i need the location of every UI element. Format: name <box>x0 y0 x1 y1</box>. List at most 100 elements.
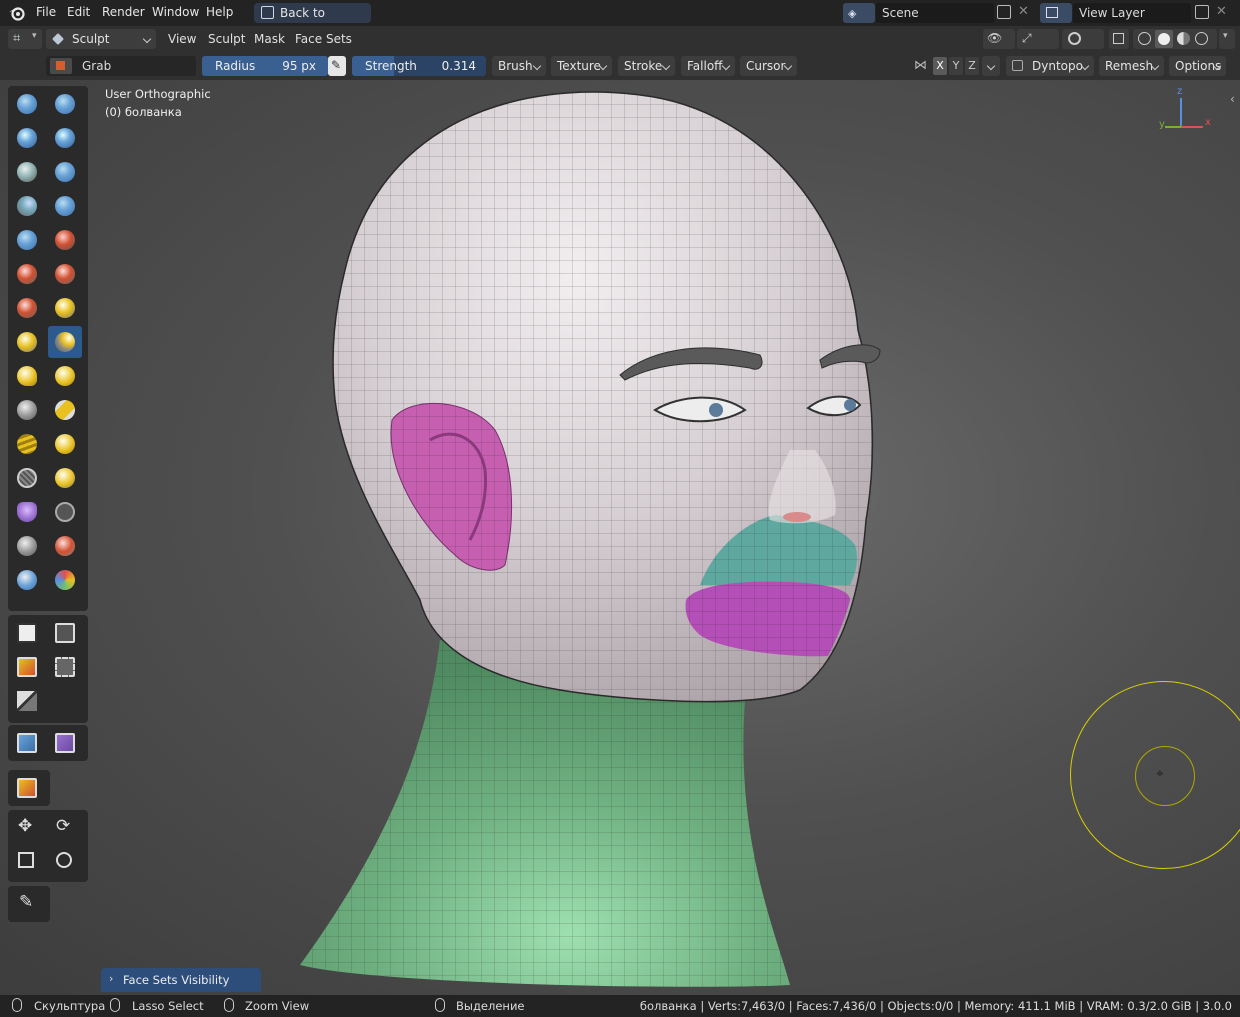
xray-toggle[interactable] <box>1109 29 1129 49</box>
clay-strips-brush-tool[interactable] <box>48 122 82 154</box>
clay-brush-tool[interactable] <box>10 122 44 154</box>
pinch-brush-tool[interactable] <box>10 326 44 358</box>
cloth-filter-tool[interactable] <box>48 727 82 759</box>
copy-view-layer-icon[interactable] <box>1195 5 1209 19</box>
options-dropdown[interactable]: Options <box>1169 56 1226 76</box>
stroke-dropdown[interactable]: Stroke <box>618 56 675 76</box>
rotate-brush-tool[interactable] <box>48 428 82 460</box>
dyntopo-checkbox[interactable] <box>1012 60 1023 71</box>
rotate-tool[interactable]: ⟳ <box>48 812 82 844</box>
symmetry-y-toggle[interactable]: Y <box>949 57 963 75</box>
blob-brush-tool[interactable] <box>48 190 82 222</box>
menu-face-sets[interactable]: Face Sets <box>295 32 352 46</box>
close-scene-icon[interactable]: ✕ <box>1018 4 1029 19</box>
mesh-filter-icon <box>17 733 37 753</box>
menu-window[interactable]: Window <box>152 5 199 19</box>
editor-type-icon: ⌗ <box>13 31 21 46</box>
cloth-brush-tool[interactable] <box>10 496 44 528</box>
shading-options-dropdown[interactable]: ▾ <box>1219 29 1235 49</box>
gizmo-dropdown[interactable]: ⤢ <box>1017 29 1059 49</box>
line-project-tool[interactable] <box>10 685 44 717</box>
falloff-dropdown[interactable]: Falloff <box>681 56 735 76</box>
mask-brush-tool[interactable] <box>10 530 44 562</box>
view-layer-name-field[interactable]: View Layer <box>1073 3 1191 23</box>
material-shading-icon[interactable] <box>1177 32 1190 45</box>
multires-displacement-smear-tool[interactable] <box>48 564 82 596</box>
layer-brush-tool[interactable] <box>48 156 82 188</box>
menu-edit[interactable]: Edit <box>67 5 90 19</box>
mode-dropdown[interactable]: Sculpt Mode <box>46 29 156 66</box>
inflate-brush-tool[interactable] <box>10 190 44 222</box>
fill-icon <box>55 264 75 284</box>
last-operator-panel[interactable]: › Face Sets Visibility <box>101 968 261 992</box>
fill-brush-tool[interactable] <box>48 258 82 290</box>
draw-face-sets-brush-tool[interactable] <box>48 530 82 562</box>
multiplane-scrape-brush-tool[interactable] <box>48 292 82 324</box>
mesh-filter-tool[interactable] <box>10 727 44 759</box>
boundary-brush-tool[interactable] <box>48 462 82 494</box>
clay-thumb-brush-tool[interactable] <box>10 156 44 188</box>
brush-selector[interactable]: Grab <box>46 56 196 76</box>
sidebar-toggle-icon[interactable]: ‹ <box>1230 92 1235 106</box>
sculpt-brush-toolbar <box>8 86 88 611</box>
wireframe-shading-icon[interactable] <box>1138 32 1151 45</box>
elastic-deform-brush-tool[interactable] <box>10 360 44 392</box>
crease-brush-tool[interactable] <box>10 224 44 256</box>
scrape-brush-tool[interactable] <box>10 292 44 324</box>
radius-slider[interactable]: Radius 95 px <box>202 56 328 76</box>
navigation-gizmo[interactable]: z y x <box>1155 86 1215 136</box>
menu-view[interactable]: View <box>168 32 196 46</box>
blender-logo-icon[interactable] <box>8 4 26 22</box>
menu-file[interactable]: File <box>36 5 56 19</box>
box-mask-tool[interactable] <box>10 617 44 649</box>
transform-tool[interactable] <box>48 846 82 878</box>
brush-dropdown-label: Brush <box>498 59 533 73</box>
pose-brush-tool[interactable] <box>48 394 82 426</box>
move-tool[interactable]: ✥ <box>10 812 44 844</box>
radius-pressure-toggle[interactable]: ✎ <box>328 56 346 76</box>
symmetry-x-toggle[interactable]: X <box>933 57 947 75</box>
back-to-previous-button[interactable]: Back to Previous <box>254 3 371 40</box>
brush-dropdown[interactable]: Brush <box>492 56 546 76</box>
scene-selector-button[interactable]: ◈ <box>843 3 875 23</box>
strength-slider[interactable]: Strength 0.314 <box>352 56 486 76</box>
box-face-set-tool[interactable] <box>10 651 44 683</box>
close-view-layer-icon[interactable]: ✕ <box>1216 4 1227 19</box>
copy-scene-icon[interactable] <box>997 5 1011 19</box>
texture-dropdown[interactable]: Texture <box>551 56 612 76</box>
scale-tool[interactable] <box>10 846 44 878</box>
cursor-dropdown[interactable]: Cursor <box>740 56 797 76</box>
symmetry-z-toggle[interactable]: Z <box>965 57 979 75</box>
thumb-brush-tool[interactable] <box>10 394 44 426</box>
editor-type-button[interactable]: ⌗ ▾ <box>8 29 42 49</box>
menu-sculpt[interactable]: Sculpt <box>208 32 245 46</box>
annotate-tool[interactable]: ✎ <box>10 888 44 920</box>
view-layer-icon <box>1046 7 1058 18</box>
draw-brush-tool[interactable] <box>10 88 44 120</box>
slide-relax-brush-tool[interactable] <box>10 462 44 494</box>
box-hide-tool[interactable] <box>48 617 82 649</box>
symmetry-options-dropdown[interactable] <box>982 56 1000 76</box>
visibility-dropdown[interactable]: 👁 <box>983 29 1015 49</box>
simplify-brush-tool[interactable] <box>48 496 82 528</box>
dyntopo-dropdown[interactable]: Dyntopo <box>1006 56 1094 76</box>
grab-brush-tool[interactable] <box>48 326 82 358</box>
3d-viewport[interactable]: User Orthographic (0) болванка z y x ‹ ⌖… <box>0 80 1240 995</box>
mask-by-color-tool[interactable] <box>10 772 44 804</box>
menu-help[interactable]: Help <box>206 5 233 19</box>
overlays-dropdown[interactable] <box>1062 29 1104 49</box>
draw-sharp-brush-tool[interactable] <box>48 88 82 120</box>
smooth-brush-tool[interactable] <box>48 224 82 256</box>
flatten-brush-tool[interactable] <box>10 258 44 290</box>
view-layer-selector-button[interactable] <box>1040 3 1072 23</box>
rendered-shading-icon[interactable] <box>1195 32 1208 45</box>
remesh-dropdown[interactable]: Remesh <box>1099 56 1164 76</box>
nudge-brush-tool[interactable] <box>10 428 44 460</box>
menu-mask[interactable]: Mask <box>254 32 285 46</box>
box-trim-tool[interactable] <box>48 651 82 683</box>
scene-name-field[interactable]: Scene <box>876 3 994 23</box>
menu-render[interactable]: Render <box>102 5 145 19</box>
multires-displacement-eraser-tool[interactable] <box>10 564 44 596</box>
draw-face-sets-icon <box>55 536 75 556</box>
snake-hook-brush-tool[interactable] <box>48 360 82 392</box>
